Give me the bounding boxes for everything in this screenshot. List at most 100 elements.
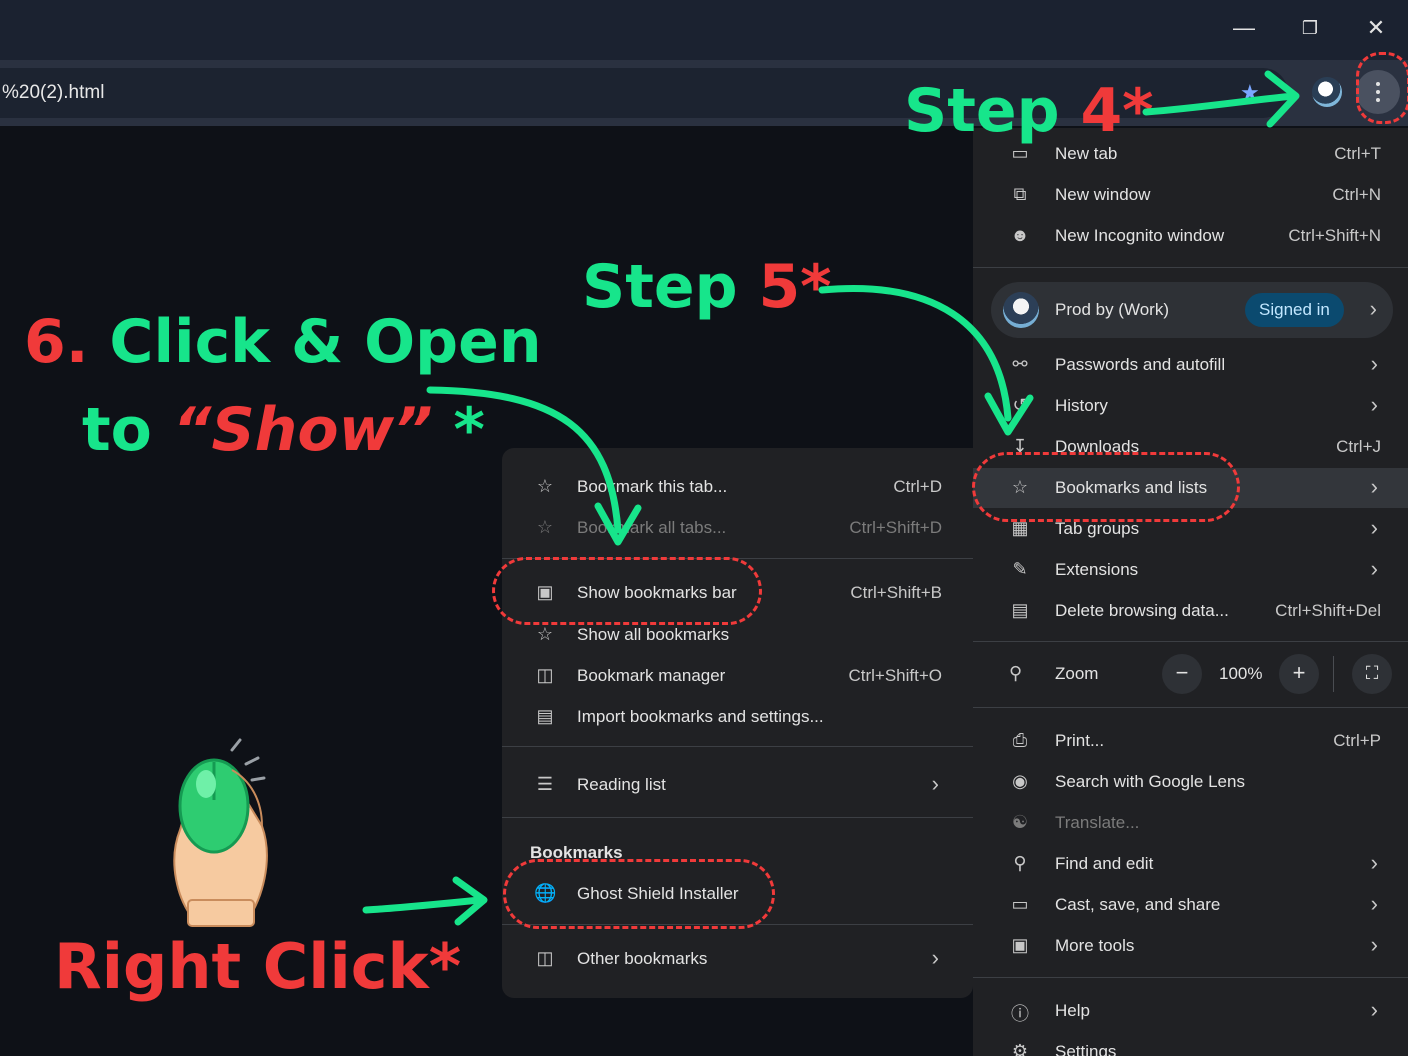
folder-edit-icon: ◫ — [536, 665, 554, 685]
minimize-icon[interactable]: — — [1224, 10, 1264, 46]
hand-mouse-icon — [173, 738, 268, 927]
menu-item-label: Show all bookmarks — [577, 625, 730, 644]
menu-item-label: More tools — [1055, 936, 1135, 955]
menu-shortcut: Ctrl+Shift+D — [849, 518, 942, 537]
close-icon[interactable]: ✕ — [1356, 10, 1396, 46]
menu-item-label: Find and edit — [1055, 854, 1154, 873]
chevron-right-icon: › — [1370, 556, 1378, 581]
menu-divider — [973, 977, 1408, 978]
menu-item-new-window[interactable]: ⧉ New window Ctrl+N — [973, 175, 1408, 215]
chevron-right-icon: › — [1370, 474, 1378, 499]
menu-item-cast-save-share[interactable]: ▭ Cast, save, and share › — [973, 885, 1408, 925]
print-icon: ⎙ — [1012, 730, 1028, 750]
menu-item-label: Bookmark manager — [577, 666, 726, 685]
menu-item-label: Bookmark all tabs... — [577, 518, 727, 537]
chevron-right-icon: › — [931, 945, 939, 970]
bookmark-star-icon[interactable]: ★ — [1240, 80, 1260, 106]
submenu-item-reading-list[interactable]: ☰ Reading list › — [502, 765, 973, 805]
step-word: Step — [582, 252, 759, 322]
star-icon: ☆ — [536, 476, 554, 496]
menu-item-label: Settings — [1055, 1042, 1117, 1056]
menu-shortcut: Ctrl+T — [1334, 144, 1381, 163]
submenu-item-other-bookmarks[interactable]: ◫ Other bookmarks › — [502, 939, 973, 979]
menu-item-delete-browsing-data[interactable]: ▤ Delete browsing data... Ctrl+Shift+Del — [973, 591, 1408, 631]
incognito-icon: ☻ — [1010, 225, 1030, 245]
menu-shortcut: Ctrl+Shift+N — [1288, 226, 1381, 245]
highlight-bookmark-item — [503, 859, 775, 929]
signed-in-badge: Signed in — [1245, 293, 1344, 327]
stars-icon: ☆ — [536, 517, 554, 537]
right-click-annotation: Right Click* — [54, 930, 462, 1003]
key-icon: ⚯ — [1012, 354, 1028, 374]
step-6-line-2: to “Show” * — [82, 396, 485, 464]
menu-item-label: Other bookmarks — [577, 949, 708, 968]
submenu-item-bookmark-this-tab[interactable]: ☆ Bookmark this tab... Ctrl+D — [502, 467, 973, 507]
menu-item-google-lens[interactable]: ◉ Search with Google Lens — [973, 762, 1408, 802]
zoom-out-button[interactable]: − — [1162, 654, 1202, 694]
menu-item-label: Import bookmarks and settings... — [577, 707, 824, 726]
menu-item-label: New window — [1055, 185, 1151, 204]
profile-card[interactable]: Prod by (Work) Signed in › — [991, 282, 1393, 338]
trash-icon: ▤ — [1011, 600, 1029, 620]
step-6-annotation: 6. Click & Open — [24, 308, 542, 376]
chevron-right-icon: › — [1370, 392, 1378, 417]
step-4-annotation: Step 4* — [904, 78, 1154, 144]
translate-icon: ☯ — [1011, 812, 1029, 832]
show-word: “Show” — [172, 395, 433, 465]
new-window-icon: ⧉ — [1013, 184, 1027, 204]
menu-item-settings[interactable]: ⚙ Settings — [973, 1032, 1408, 1056]
chevron-right-icon: › — [1370, 891, 1378, 916]
menu-item-print[interactable]: ⎙ Print... Ctrl+P — [973, 721, 1408, 761]
menu-shortcut: Ctrl+Shift+B — [850, 583, 942, 602]
arrow-right-click — [362, 896, 484, 914]
cast-icon: ▭ — [1011, 894, 1029, 914]
menu-item-new-incognito[interactable]: ☻ New Incognito window Ctrl+Shift+N — [973, 216, 1408, 256]
puzzle-icon: ✎ — [1012, 559, 1028, 579]
folder-icon: ◫ — [536, 948, 554, 968]
menu-shortcut: Ctrl+D — [893, 477, 942, 496]
restore-icon[interactable]: ❐ — [1290, 10, 1330, 46]
toolbar: %20(2).html ★ — [0, 60, 1408, 126]
chevron-right-icon: › — [1370, 997, 1378, 1022]
fullscreen-icon[interactable]: ⛶ — [1352, 654, 1392, 694]
step-number: 5* — [758, 252, 832, 322]
avatar — [1003, 292, 1039, 328]
step-5-annotation: Step 5* — [582, 254, 832, 320]
menu-item-find-and-edit[interactable]: ⚲ Find and edit › — [973, 844, 1408, 884]
menu-item-extensions[interactable]: ✎ Extensions › — [973, 550, 1408, 590]
menu-item-history[interactable]: ↺ History › — [973, 386, 1408, 426]
menu-divider — [502, 817, 973, 818]
zoom-in-button[interactable]: + — [1279, 654, 1319, 694]
zoom-divider — [1333, 656, 1334, 692]
zoom-label: Zoom — [1055, 664, 1099, 683]
chevron-right-icon: › — [1369, 296, 1377, 321]
asterisk: * — [432, 395, 485, 465]
submenu-item-import-bookmarks[interactable]: ▤ Import bookmarks and settings... — [502, 697, 973, 737]
step-number: 4* — [1080, 76, 1154, 146]
submenu-item-bookmark-manager[interactable]: ◫ Bookmark manager Ctrl+Shift+O — [502, 656, 973, 696]
chevron-right-icon: › — [931, 771, 939, 796]
menu-divider — [973, 641, 1408, 642]
toolbox-icon: ▣ — [1011, 935, 1029, 955]
chevron-right-icon: › — [1370, 351, 1378, 376]
menu-divider — [973, 267, 1408, 268]
step-number: 6. — [24, 307, 89, 377]
menu-item-help[interactable]: ⓘ Help › — [973, 991, 1408, 1031]
new-tab-icon: ▭ — [1011, 143, 1029, 163]
stars-icon: ☆ — [536, 624, 554, 644]
menu-item-passwords[interactable]: ⚯ Passwords and autofill › — [973, 345, 1408, 385]
book-icon: ▤ — [536, 706, 554, 726]
menu-item-label: Delete browsing data... — [1055, 601, 1229, 620]
zoom-row: ⚲ Zoom − 100% + ⛶ — [973, 654, 1408, 694]
menu-shortcut: Ctrl+J — [1336, 437, 1381, 456]
history-icon: ↺ — [1012, 395, 1028, 415]
menu-item-label: Extensions — [1055, 560, 1139, 579]
menu-item-label: Help — [1055, 1001, 1090, 1020]
menu-item-label: Tab groups — [1055, 519, 1140, 538]
profile-name: Prod by (Work) — [1055, 300, 1169, 319]
reading-list-icon: ☰ — [536, 774, 554, 794]
menu-item-more-tools[interactable]: ▣ More tools › — [973, 926, 1408, 966]
menu-item-label: Bookmark this tab... — [577, 477, 728, 496]
step-text: Click & Open — [88, 307, 542, 377]
profile-avatar-icon[interactable] — [1312, 77, 1342, 107]
